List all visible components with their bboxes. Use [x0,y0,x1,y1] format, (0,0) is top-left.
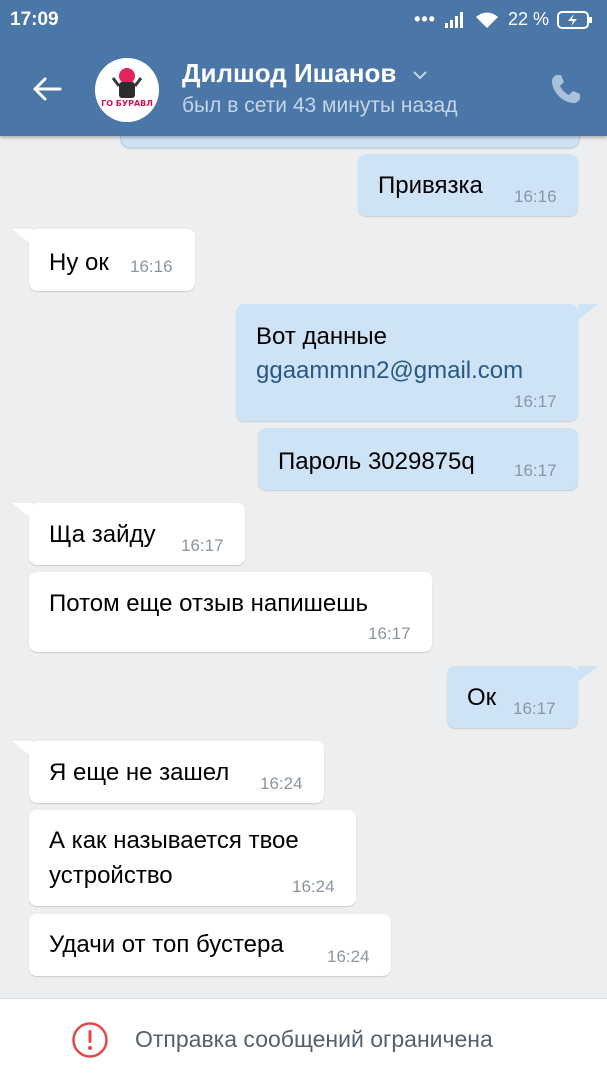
battery-charging-icon [557,10,592,29]
message-time: 16:17 [513,699,556,718]
message-text: Ну ок [49,249,109,276]
bubble-tail [12,229,32,245]
message-time: 16:24 [292,877,335,896]
signal-icon [444,11,463,28]
message-text: Удачи от топ бустера [49,931,284,958]
back-arrow-icon[interactable] [30,72,64,106]
status-time: 17:09 [10,9,59,30]
message-outgoing[interactable]: Привязка 16:16 [358,154,578,216]
message-time: 16:24 [327,947,370,966]
more-dots-icon: ••• [414,9,436,29]
message-incoming[interactable]: Я еще не зашел 16:24 [29,741,324,803]
message-time: 16:16 [514,187,557,206]
message-text: Привязка [378,172,483,199]
warning-circle-icon [72,1022,108,1058]
bubble-tail [12,741,32,757]
message-text-line1: А как называется твое [49,827,299,854]
message-text: Вот данные [256,323,387,350]
bubble-tail [578,666,598,682]
message-text: Ща зайду [49,521,156,548]
message-list[interactable]: Привязка 16:16 Ну ок 16:16 Вот данные gg… [0,136,607,998]
status-bar: 17:09 ••• 22 % [0,0,607,42]
email-link[interactable]: ggaammnn2@gmail.com [256,357,523,385]
contact-name-text: Дилшод Ишанов [182,58,397,88]
restriction-notice: Отправка сообщений ограничена [135,1026,493,1052]
message-incoming[interactable]: Ща зайду 16:17 [29,503,245,565]
chevron-down-icon [412,71,427,80]
message-time: 16:24 [260,774,303,793]
message-time: 16:17 [368,624,411,643]
message-text: Потом еще отзыв напишешь [49,590,368,617]
message-text: Я еще не зашел [49,759,230,786]
message-incoming[interactable]: Удачи от топ бустера 16:24 [29,914,391,976]
contact-name[interactable]: Дилшод Ишанов [182,58,428,89]
last-seen: был в сети 43 минуты назад [182,94,458,117]
message-time: 16:17 [181,536,224,555]
message-text: Ок [467,684,497,711]
message-time: 16:17 [514,392,557,411]
bubble-tail [578,304,598,320]
wifi-icon [475,12,498,28]
battery-percent: 22 % [507,9,549,29]
avatar-caption: ГО БУРАВЛ [101,99,153,108]
message-incoming[interactable]: Потом еще отзыв напишешь 16:17 [29,572,432,652]
message-text: Пароль 3029875q [278,448,475,475]
partial-message-bubble [120,136,580,148]
composer-restricted-bar: Отправка сообщений ограничена [0,998,607,1081]
message-incoming[interactable]: Ну ок 16:16 [29,229,195,291]
avatar[interactable]: ГО БУРАВЛ [95,58,159,122]
message-outgoing[interactable]: Ок 16:17 [447,666,578,728]
message-outgoing[interactable]: Вот данные ggaammnn2@gmail.com 16:17 [236,304,578,421]
chat-header: ГО БУРАВЛ Дилшод Ишанов был в сети 43 ми… [0,42,607,136]
message-time: 16:17 [514,461,557,480]
bubble-tail [12,503,32,519]
message-incoming[interactable]: А как называется твое устройство 16:24 [29,810,356,906]
message-text-line2: устройство [49,862,173,889]
avatar-image [95,58,159,122]
message-time: 16:16 [130,257,173,276]
status-icons: ••• 22 % [414,9,593,30]
phone-icon[interactable] [549,72,583,106]
message-outgoing[interactable]: Пароль 3029875q 16:17 [258,428,578,490]
